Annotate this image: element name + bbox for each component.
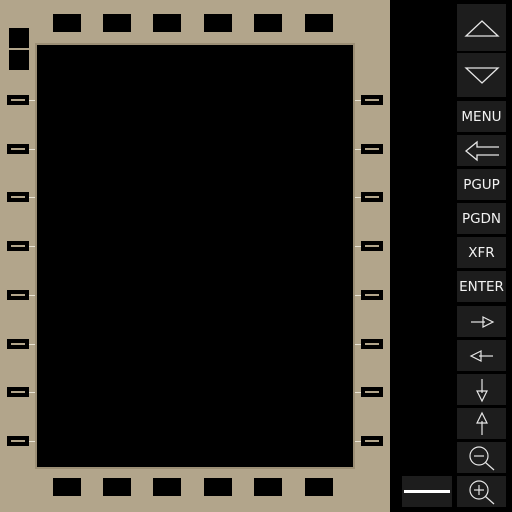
- top-osb-6[interactable]: [305, 14, 333, 32]
- enter-label: ENTER: [459, 278, 504, 295]
- right-osb-3[interactable]: [361, 192, 383, 202]
- bottom-osb-1[interactable]: [53, 478, 81, 496]
- right-osb-8[interactable]: [361, 436, 383, 446]
- left-tick: [29, 100, 37, 101]
- left-arrow-icon: [464, 140, 499, 161]
- right-tick: [353, 149, 361, 150]
- cursor-left-button[interactable]: [457, 340, 506, 371]
- menu-label: MENU: [461, 108, 502, 125]
- top-osb-5[interactable]: [254, 14, 282, 32]
- menu-button[interactable]: MENU: [457, 101, 506, 132]
- right-osb-2[interactable]: [361, 144, 383, 154]
- left-osb-5[interactable]: [7, 290, 29, 300]
- left-tick: [29, 295, 37, 296]
- scroll-up-button[interactable]: [457, 4, 506, 51]
- right-osb-7[interactable]: [361, 387, 383, 397]
- top-osb-2[interactable]: [103, 14, 131, 32]
- right-osb-6[interactable]: [361, 339, 383, 349]
- cursor-up-button[interactable]: [457, 408, 506, 439]
- cursor-right-button[interactable]: [457, 306, 506, 337]
- right-tick: [353, 441, 361, 442]
- corner-button-1[interactable]: [9, 28, 29, 48]
- page-up-button[interactable]: PGUP: [457, 169, 506, 200]
- right-tick: [353, 295, 361, 296]
- triangle-down-icon: [463, 67, 500, 84]
- zoom-in-button[interactable]: [457, 476, 506, 507]
- right-osb-4[interactable]: [361, 241, 383, 251]
- xfr-label: XFR: [468, 244, 495, 261]
- top-osb-4[interactable]: [204, 14, 232, 32]
- arrow-up-icon: [475, 411, 488, 435]
- left-osb-6[interactable]: [7, 339, 29, 349]
- left-tick: [29, 441, 37, 442]
- right-tick: [353, 246, 361, 247]
- bottom-osb-3[interactable]: [153, 478, 181, 496]
- cursor-down-button[interactable]: [457, 374, 506, 405]
- transfer-button[interactable]: XFR: [457, 237, 506, 268]
- left-osb-4[interactable]: [7, 241, 29, 251]
- arrow-right-icon: [470, 315, 494, 328]
- left-osb-3[interactable]: [7, 192, 29, 202]
- corner-button-2[interactable]: [9, 50, 29, 70]
- back-button[interactable]: [457, 135, 506, 166]
- left-osb-2[interactable]: [7, 144, 29, 154]
- left-tick: [29, 149, 37, 150]
- left-tick: [29, 392, 37, 393]
- right-osb-5[interactable]: [361, 290, 383, 300]
- right-tick: [353, 197, 361, 198]
- bottom-osb-4[interactable]: [204, 478, 232, 496]
- brightness-button[interactable]: [402, 476, 452, 507]
- minus-bar-icon: [404, 490, 450, 493]
- bottom-osb-2[interactable]: [103, 478, 131, 496]
- top-osb-3[interactable]: [153, 14, 181, 32]
- scroll-down-button[interactable]: [457, 53, 506, 97]
- right-tick: [353, 392, 361, 393]
- left-tick: [29, 344, 37, 345]
- mfd-screen: [37, 45, 353, 467]
- left-tick: [29, 246, 37, 247]
- left-osb-7[interactable]: [7, 387, 29, 397]
- left-osb-8[interactable]: [7, 436, 29, 446]
- mfd-bezel: [0, 0, 390, 512]
- bottom-osb-6[interactable]: [305, 478, 333, 496]
- page-down-button[interactable]: PGDN: [457, 203, 506, 234]
- pgdn-label: PGDN: [461, 210, 502, 227]
- left-tick: [29, 197, 37, 198]
- left-osb-1[interactable]: [7, 95, 29, 105]
- top-osb-1[interactable]: [53, 14, 81, 32]
- bottom-osb-5[interactable]: [254, 478, 282, 496]
- zoom-in-icon: [468, 479, 494, 504]
- right-tick: [353, 100, 361, 101]
- right-tick: [353, 344, 361, 345]
- right-osb-1[interactable]: [361, 95, 383, 105]
- triangle-up-icon: [463, 19, 500, 37]
- arrow-down-icon: [475, 378, 488, 402]
- enter-button[interactable]: ENTER: [457, 271, 506, 302]
- zoom-out-icon: [468, 445, 494, 470]
- zoom-out-button[interactable]: [457, 442, 506, 473]
- arrow-left-icon: [469, 349, 493, 362]
- pgup-label: PGUP: [463, 176, 500, 193]
